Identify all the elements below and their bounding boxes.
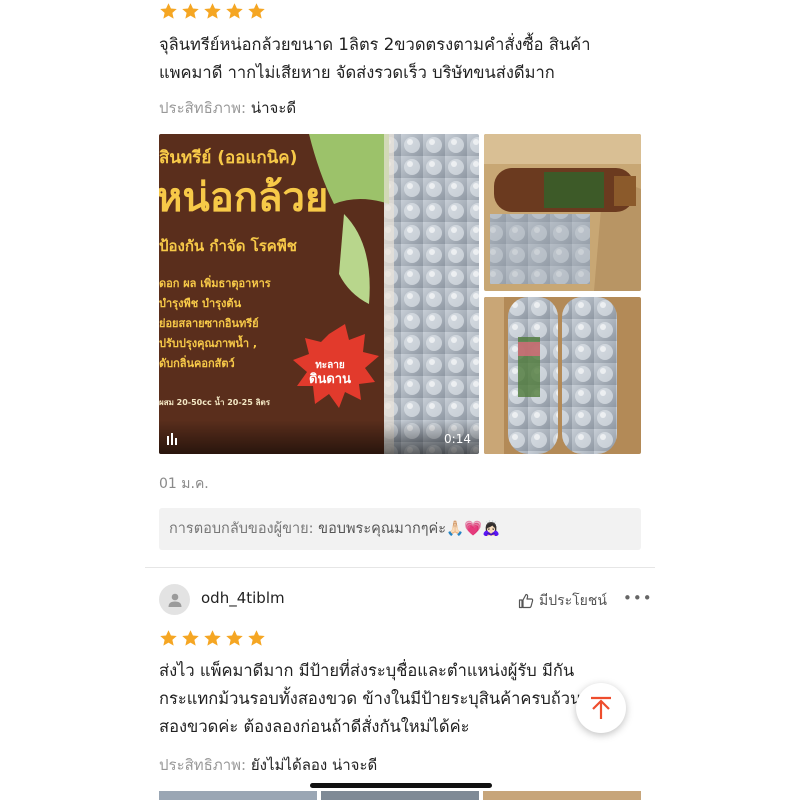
star-icon <box>226 630 243 646</box>
review-text-line: กระแทกม้วนรอบทั้งสองขวด ข้างในมีป้ายระบุ… <box>159 689 582 708</box>
seller-reply-text: ขอบพระคุณมากๆค่ะ🙏🏻💗🙇🏻‍♀️ <box>318 521 501 537</box>
product-label-badge-bottom: ดินดาน <box>309 372 351 387</box>
product-label-badge-top: ทะลาย <box>315 360 345 371</box>
review-photo[interactable] <box>484 134 641 291</box>
star-icon <box>226 3 243 19</box>
review-photo[interactable] <box>321 791 479 800</box>
product-label-line: ย่อยสลายซากอินทรีย์ <box>159 317 259 330</box>
product-label-text: ป้องกัน กำจัด โรคพืช <box>159 237 297 255</box>
star-icon <box>204 630 221 646</box>
review-photo[interactable] <box>484 297 641 454</box>
star-icon <box>182 630 199 646</box>
more-options-button[interactable]: ••• <box>623 589 653 607</box>
review-text-line: สองขวดค่ะ ต้องลองก่อนถ้าดีสั่งกันใหม่ได้… <box>159 717 470 736</box>
home-indicator <box>310 783 492 788</box>
product-label-line: บำรุงพืช บำรุงต้น <box>159 297 242 310</box>
review-photo[interactable] <box>483 791 641 800</box>
product-label-text: สินทรีย์ (ออแกนิค) <box>159 148 298 168</box>
product-label-line: ดอก ผล เพิ่มธาตุอาหาร <box>159 277 271 290</box>
review-photo-image <box>484 134 641 291</box>
product-label-line: ดับกลิ่นคอกสัตว์ <box>159 357 235 370</box>
rating-stars <box>159 629 266 648</box>
helpful-button[interactable]: มีประโยชน์ <box>518 590 607 612</box>
person-icon <box>168 593 181 607</box>
product-label-benefits: ดอก ผล เพิ่มธาตุอาหาร บำรุงพืช บำรุงต้น … <box>159 274 271 374</box>
review-date: 01 ม.ค. <box>159 476 209 492</box>
effectiveness-value: ยังไม่ได้ลอง น่าจะดี <box>250 756 378 774</box>
video-overlay <box>159 420 479 454</box>
review-list: จุลินทรีย์หน่อกล้วยขนาด 1ลิตร 2ขวดตรงตาม… <box>0 0 800 800</box>
review-text-line: แพคมาดี าากไม่เสียหาย จัดส่งรวดเร็ว บริษ… <box>159 63 555 82</box>
video-play-icon <box>167 433 177 445</box>
product-label-line: ปรับปรุงคุณภาพน้ำ , <box>159 337 258 350</box>
scroll-to-top-button[interactable] <box>576 683 626 733</box>
review-divider <box>145 567 655 568</box>
review-text-line: จุลินทรีย์หน่อกล้วยขนาด 1ลิตร 2ขวดตรงตาม… <box>159 35 591 54</box>
rating-stars <box>159 2 266 21</box>
star-icon <box>204 3 221 19</box>
seller-reply: การตอบกลับของผู้ขาย: ขอบพระคุณมากๆค่ะ🙏🏻💗… <box>159 508 641 550</box>
review-photo-image <box>484 297 641 454</box>
avatar[interactable] <box>159 584 190 615</box>
review-media-strip <box>159 791 641 800</box>
arrow-up-icon <box>591 696 611 719</box>
helpful-label: มีประโยชน์ <box>539 593 607 609</box>
product-label-dose: ผสม 20-50cc น้ำ 20-25 ลิตร <box>159 398 270 407</box>
video-duration: 0:14 <box>444 432 471 446</box>
star-icon <box>182 3 199 19</box>
effectiveness-row: ประสิทธิภาพ: ยังไม่ได้ลอง น่าจะดี <box>159 753 377 777</box>
effectiveness-value: น่าจะดี <box>250 99 297 117</box>
star-icon <box>248 630 265 646</box>
star-icon <box>160 3 177 19</box>
seller-reply-label: การตอบกลับของผู้ขาย: <box>169 521 314 537</box>
review-text: จุลินทรีย์หน่อกล้วยขนาด 1ลิตร 2ขวดตรงตาม… <box>159 31 629 87</box>
product-label-title: หน่อกล้วย <box>159 175 329 221</box>
effectiveness-label: ประสิทธิภาพ: <box>159 99 247 117</box>
review-text-line: ส่งไว แพ็คมาดีมาก มีป้ายที่ส่งระบุชื่อแล… <box>159 661 575 680</box>
thumbs-up-icon <box>518 593 534 609</box>
review-photo[interactable] <box>159 791 317 800</box>
review-video-thumbnail[interactable]: สินทรีย์ (ออแกนิค) หน่อกล้วย ป้องกัน กำจ… <box>159 134 479 454</box>
product-label-badge: ทะลาย ดินดาน <box>309 359 351 387</box>
review-text: ส่งไว แพ็คมาดีมาก มีป้ายที่ส่งระบุชื่อแล… <box>159 657 629 741</box>
effectiveness-row: ประสิทธิภาพ: น่าจะดี <box>159 96 296 120</box>
reviewer-username[interactable]: odh_4tiblm <box>201 589 285 607</box>
star-icon <box>160 630 177 646</box>
effectiveness-label: ประสิทธิภาพ: <box>159 756 247 774</box>
star-icon <box>248 3 265 19</box>
